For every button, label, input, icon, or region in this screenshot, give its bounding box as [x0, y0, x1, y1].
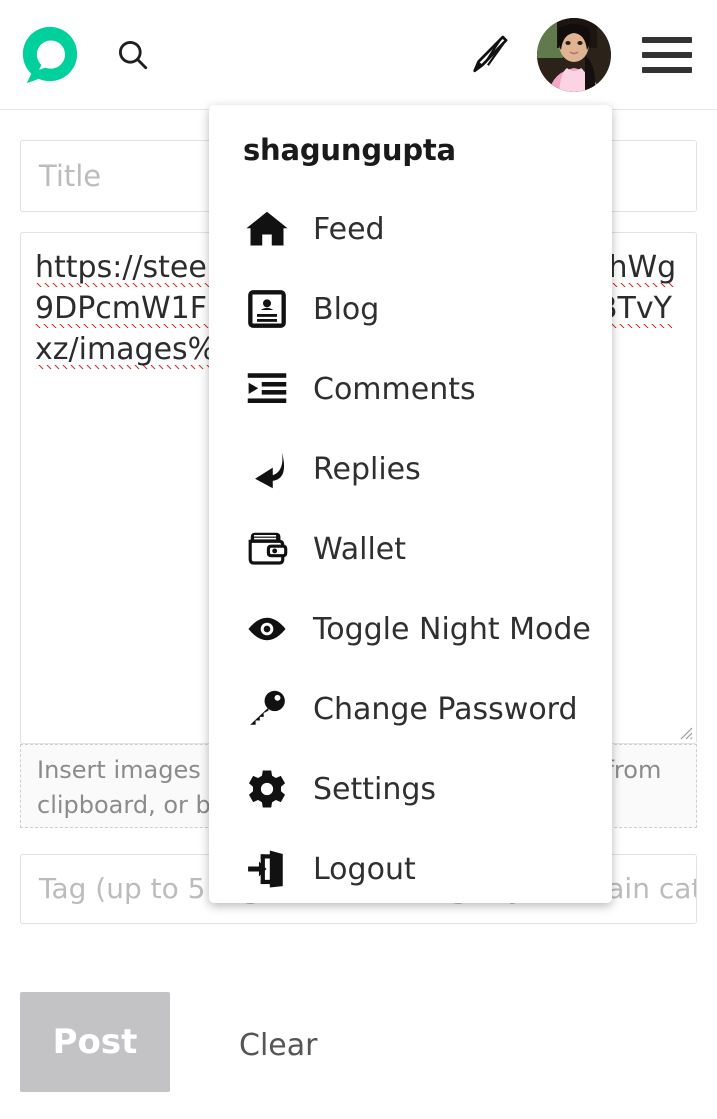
menu-item-label: Feed	[313, 211, 385, 247]
steemit-logo-icon[interactable]	[18, 23, 82, 87]
menu-item-label: Blog	[313, 291, 380, 327]
header-left-group	[0, 23, 156, 87]
dropdown-item-list: Feed Blog Comments Replies Wallet Toggle…	[209, 167, 612, 903]
wallet-icon	[243, 525, 291, 573]
clear-button[interactable]: Clear	[239, 1028, 317, 1063]
pen-icon[interactable]	[463, 29, 515, 81]
app-header	[0, 0, 717, 110]
menu-item-wallet[interactable]: Wallet	[209, 509, 612, 589]
post-button[interactable]: Post	[20, 992, 170, 1092]
dropdown-username: shagungupta	[243, 133, 456, 167]
id-card-icon	[243, 285, 291, 333]
avatar[interactable]	[537, 17, 611, 92]
resize-handle-icon[interactable]	[677, 724, 693, 740]
comments-list-icon	[243, 365, 291, 413]
reply-arrow-icon	[243, 445, 291, 493]
hamburger-bar	[642, 51, 692, 58]
menu-item-change-password[interactable]: Change Password	[209, 669, 612, 749]
header-right-group	[463, 17, 717, 92]
menu-item-settings[interactable]: Settings	[209, 749, 612, 829]
menu-item-label: Logout	[313, 851, 416, 887]
app-root: Title https://steemitimages.com/DQmbDNnh…	[0, 0, 717, 1119]
menu-item-blog[interactable]: Blog	[209, 269, 612, 349]
menu-item-logout[interactable]: Logout	[209, 829, 612, 903]
menu-item-label: Comments	[313, 371, 476, 407]
eye-icon	[243, 605, 291, 653]
key-icon	[243, 685, 291, 733]
hamburger-bar	[642, 66, 692, 73]
menu-item-label: Wallet	[313, 531, 407, 567]
menu-item-feed[interactable]: Feed	[209, 189, 612, 269]
menu-item-toggle-night-mode[interactable]: Toggle Night Mode	[209, 589, 612, 669]
menu-item-label: Replies	[313, 451, 421, 487]
hamburger-bar	[642, 36, 692, 43]
menu-item-label: Toggle Night Mode	[313, 611, 591, 647]
dropzone-line-2: clipboard, or by	[37, 791, 233, 819]
home-icon	[243, 205, 291, 253]
menu-item-comments[interactable]: Comments	[209, 349, 612, 429]
search-icon[interactable]	[110, 32, 156, 78]
menu-item-label: Change Password	[313, 691, 578, 727]
gear-icon	[243, 765, 291, 813]
menu-item-replies[interactable]: Replies	[209, 429, 612, 509]
menu-item-label: Settings	[313, 771, 437, 807]
hamburger-menu-icon[interactable]	[637, 27, 697, 83]
logout-icon	[243, 845, 291, 893]
user-dropdown-menu: shagungupta Feed Blog Comments Replies W…	[209, 105, 612, 903]
